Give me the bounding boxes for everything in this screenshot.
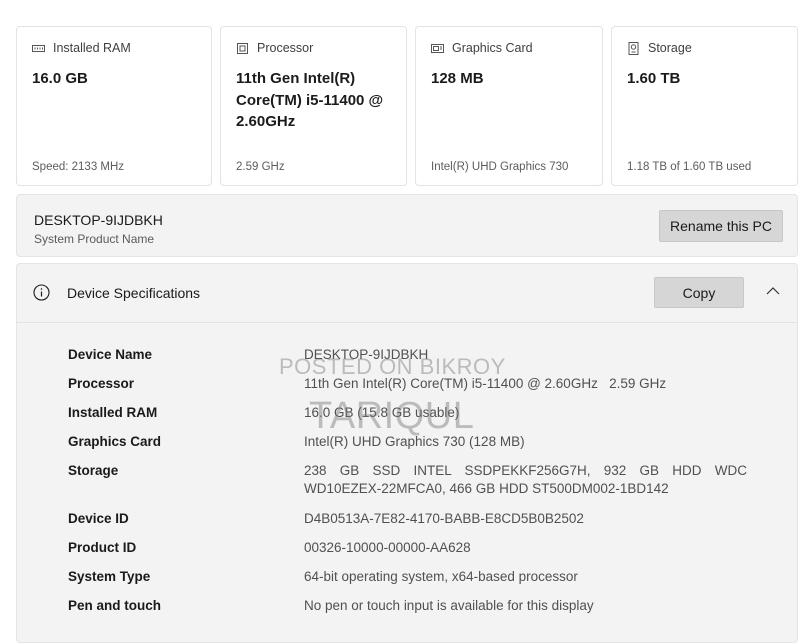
graphics-card-card: Graphics Card 128 MB Intel(R) UHD Graphi… [415,26,603,186]
spec-value[interactable]: D4B0513A-7E82-4170-BABB-E8CD5B0B2502 [304,510,747,528]
system-product-name: System Product Name [34,232,155,246]
ram-icon [32,42,45,55]
card-title: Graphics Card [452,41,533,55]
rename-pc-button[interactable]: Rename this PC [659,210,783,242]
pc-name-bar: DESKTOP-9IJDBKH System Product Name Rena… [16,194,798,257]
pc-name: DESKTOP-9IJDBKH [34,212,163,228]
spec-value[interactable]: No pen or touch input is available for t… [304,597,747,615]
spec-value[interactable]: 64-bit operating system, x64-based proce… [304,568,747,586]
spec-row-storage: Storage 238 GB SSD INTEL SSDPEKKF256G7H,… [68,462,747,498]
spec-label: Device ID [68,511,129,526]
info-icon [33,284,50,301]
spec-row-pen-and-touch: Pen and touch No pen or touch input is a… [68,597,747,615]
card-footer: Speed: 2133 MHz [32,161,125,173]
card-value: 1.60 TB [627,70,681,87]
installed-ram-card: Installed RAM 16.0 GB Speed: 2133 MHz [16,26,212,186]
storage-icon [627,41,640,55]
spec-label: Product ID [68,540,137,555]
card-title: Storage [648,41,692,55]
card-footer: Intel(R) UHD Graphics 730 [431,161,569,173]
section-title: Device Specifications [67,285,201,301]
spec-value[interactable]: 16.0 GB (15.8 GB usable) [304,404,747,422]
processor-card: Processor 11th Gen Intel(R) Core(TM) i5-… [220,26,407,186]
card-footer: 2.59 GHz [236,161,285,173]
spec-label: Storage [68,463,119,478]
card-value: 11th Gen Intel(R) Core(TM) i5-11400 @ 2.… [236,70,384,130]
processor-icon [236,42,249,55]
copy-button[interactable]: Copy [654,277,744,308]
spec-value[interactable]: 11th Gen Intel(R) Core(TM) i5-11400 @ 2.… [304,375,747,393]
card-title: Processor [257,41,314,55]
chevron-up-icon[interactable] [766,286,780,296]
spec-value[interactable]: 238 GB SSD INTEL SSDPEKKF256G7H, 932 GB … [304,462,747,498]
device-specifications-panel: Device Specifications Copy [16,263,798,643]
spec-value[interactable]: DESKTOP-9IJDBKH [304,346,747,364]
card-value: 128 MB [431,70,484,87]
card-footer: 1.18 TB of 1.60 TB used [627,161,752,173]
spec-row-product-id: Product ID 00326-10000-00000-AA628 [68,539,747,557]
spec-label: Installed RAM [68,405,158,420]
spec-label: Pen and touch [68,598,162,613]
spec-row-processor: Processor 11th Gen Intel(R) Core(TM) i5-… [68,375,747,393]
spec-label: System Type [68,569,151,584]
spec-row-device-name: Device Name DESKTOP-9IJDBKH [68,346,747,364]
storage-card: Storage 1.60 TB 1.18 TB of 1.60 TB used [611,26,798,186]
spec-value[interactable]: 00326-10000-00000-AA628 [304,539,747,557]
graphics-card-icon [431,42,444,55]
spec-label: Graphics Card [68,434,162,449]
card-value: 16.0 GB [32,70,88,87]
spec-label: Processor [68,376,135,391]
spec-label: Device Name [68,347,153,362]
card-title: Installed RAM [53,41,131,55]
spec-row-system-type: System Type 64-bit operating system, x64… [68,568,747,586]
spec-row-device-id: Device ID D4B0513A-7E82-4170-BABB-E8CD5B… [68,510,747,528]
device-specifications-header[interactable]: Device Specifications Copy [17,264,797,323]
spec-row-installed-ram: Installed RAM 16.0 GB (15.8 GB usable) [68,404,747,422]
spec-value[interactable]: Intel(R) UHD Graphics 730 (128 MB) [304,433,747,451]
spec-row-graphics-card: Graphics Card Intel(R) UHD Graphics 730 … [68,433,747,451]
